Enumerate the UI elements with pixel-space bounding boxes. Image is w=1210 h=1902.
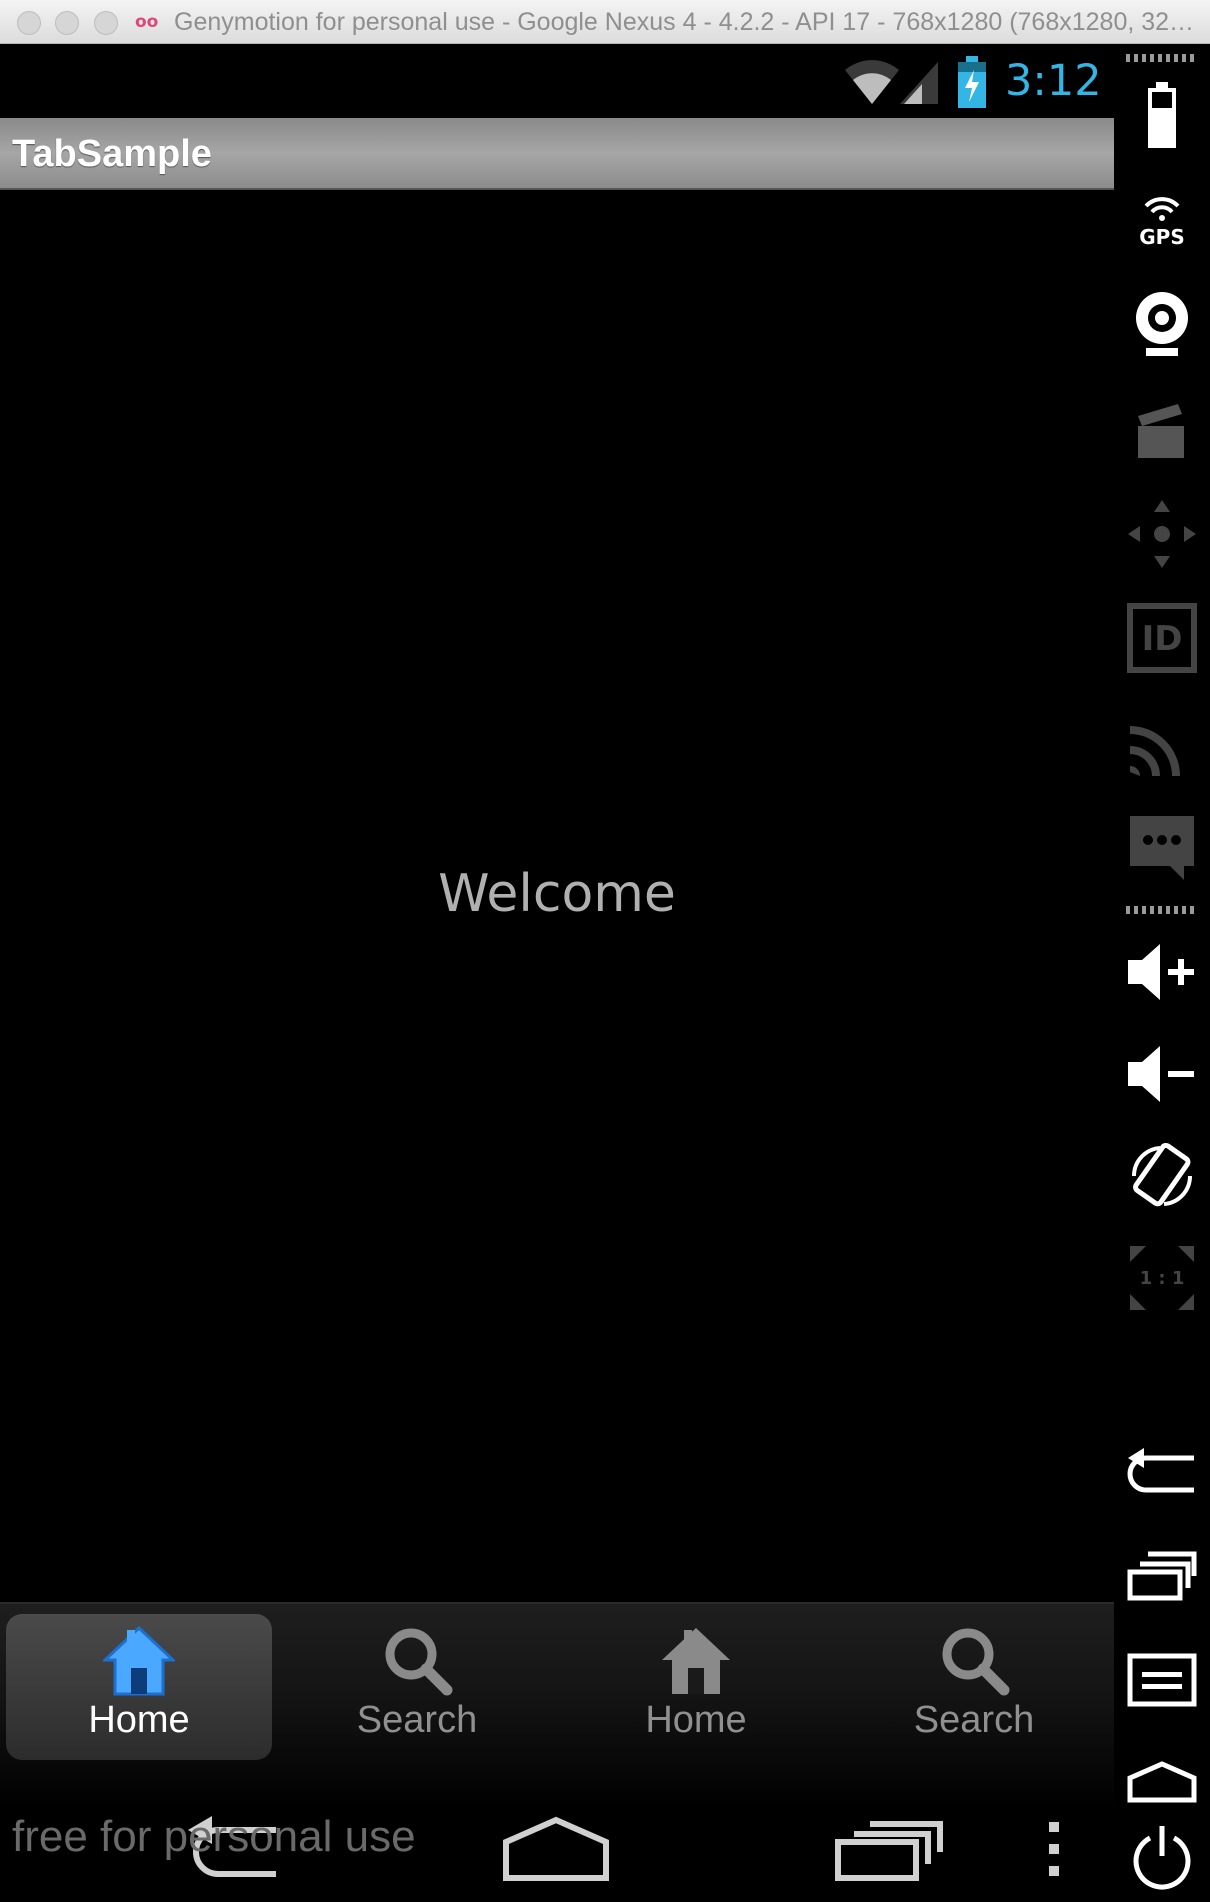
volume-up-icon[interactable]	[1124, 934, 1200, 1010]
remote-control-icon[interactable]	[1124, 706, 1200, 782]
toolbar-grip	[1126, 54, 1198, 62]
welcome-text: Welcome	[438, 864, 676, 924]
home-icon[interactable]	[1124, 1742, 1200, 1818]
tab-bar: Home Search Home Search	[0, 1602, 1114, 1808]
emulator-toolbar: GPS ID 1: 1	[1114, 44, 1210, 1902]
device-id-icon[interactable]: ID	[1124, 600, 1200, 676]
volume-down-icon[interactable]	[1124, 1036, 1200, 1112]
tab-label: Home	[88, 1699, 190, 1741]
power-icon[interactable]	[1124, 1820, 1200, 1896]
back-icon[interactable]	[1124, 1436, 1200, 1512]
action-bar: TabSample	[0, 118, 1114, 190]
wifi-icon	[845, 60, 899, 104]
tab-label: Search	[913, 1699, 1035, 1741]
rotate-icon[interactable]	[1124, 1138, 1200, 1214]
gps-icon[interactable]: GPS	[1124, 184, 1200, 260]
minimize-window-button[interactable]	[55, 11, 79, 35]
status-bar: 3:12	[0, 44, 1114, 118]
pixel-perfect-icon[interactable]: 1 : 1	[1124, 1240, 1200, 1316]
window-title: Genymotion for personal use - Google Nex…	[174, 8, 1204, 36]
webcam-icon[interactable]	[1124, 286, 1200, 362]
home-icon[interactable]	[496, 1812, 616, 1892]
tab-label: Home	[645, 1699, 747, 1741]
tab-home-2[interactable]: Home	[563, 1614, 829, 1760]
window-title-bar: oo Genymotion for personal use - Google …	[0, 0, 1210, 44]
tab-search[interactable]: Search	[284, 1614, 550, 1760]
svg-text:GPS: GPS	[1139, 225, 1184, 249]
signal-icon	[900, 62, 938, 104]
toolbar-grip	[1126, 906, 1198, 914]
tab-search-2[interactable]: Search	[841, 1614, 1107, 1760]
sms-icon[interactable]	[1124, 810, 1200, 886]
tab-label: Search	[356, 1699, 478, 1741]
tab-home[interactable]: Home	[6, 1614, 272, 1760]
screencast-icon[interactable]	[1124, 390, 1200, 466]
svg-text:ID: ID	[1142, 619, 1183, 659]
menu-icon[interactable]	[1124, 1640, 1200, 1716]
menu-icon[interactable]	[1024, 1812, 1084, 1892]
search-icon	[385, 1628, 453, 1696]
device-screen: 3:12 TabSample Welcome Home Search Home …	[0, 44, 1114, 1902]
recent-apps-icon[interactable]	[1124, 1538, 1200, 1614]
app-title: TabSample	[12, 133, 212, 175]
search-icon	[942, 1628, 1010, 1696]
battery-icon[interactable]	[1124, 78, 1200, 154]
dpad-icon[interactable]	[1124, 496, 1200, 572]
zoom-window-button[interactable]	[94, 11, 118, 35]
genymotion-logo-icon: oo	[135, 12, 159, 32]
close-window-button[interactable]	[17, 11, 41, 35]
svg-text:1 : 1: 1 : 1	[1140, 1268, 1185, 1289]
battery-charging-icon	[958, 56, 986, 108]
status-clock: 3:12	[1005, 56, 1102, 106]
home-icon	[662, 1628, 730, 1694]
personal-use-watermark: free for personal use	[12, 1812, 416, 1861]
recents-icon[interactable]	[830, 1812, 950, 1892]
home-icon	[103, 1625, 175, 1696]
